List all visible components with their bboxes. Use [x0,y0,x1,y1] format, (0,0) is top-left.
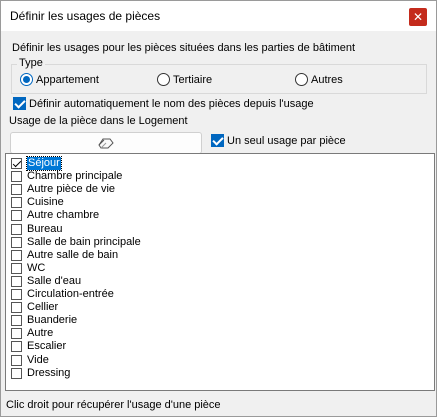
list-item-label: Escalier [27,340,67,353]
list-item-checkbox[interactable] [11,223,22,235]
list-item-checkbox[interactable] [11,289,22,300]
list-item[interactable]: Autre [11,327,53,340]
eraser-icon [98,138,114,149]
radio-tertiaire[interactable]: Tertiaire [157,73,212,86]
window-title: Définir les usages de pièces [10,9,161,23]
list-item[interactable]: Autre salle de bain [11,249,118,262]
single-usage-label: Un seul usage par pièce [227,134,346,147]
list-item[interactable]: Escalier [11,340,66,353]
radio-tertiaire-indicator[interactable] [157,73,170,86]
list-item-checkbox[interactable] [11,171,22,183]
list-item-label: Autre salle de bain [27,248,119,261]
list-item-checkbox[interactable] [11,341,22,353]
radio-autres[interactable]: Autres [295,73,343,86]
list-item-label: Dressing [27,366,71,379]
list-item[interactable]: WC [11,262,45,275]
status-text: Clic droit pour récupérer l'usage d'une … [6,399,221,411]
close-button[interactable]: ✕ [409,8,427,26]
list-item[interactable]: Autre pièce de vie [11,183,115,196]
auto-name-checkbox[interactable]: Définir automatiquement le nom des pièce… [13,97,314,110]
list-item-checkbox[interactable] [11,367,22,379]
single-usage-checkbox[interactable]: Un seul usage par pièce [211,134,346,147]
list-item-label: Bureau [27,222,63,235]
list-item-label: Vide [27,353,49,366]
usage-section-label: Usage de la pièce dans le Logement [9,115,188,127]
list-item-label: Séjour [26,156,62,171]
list-item[interactable]: Circulation-entrée [11,288,114,301]
list-item-checkbox[interactable] [11,197,22,209]
intro-text: Définir les usages pour les pièces situé… [12,42,356,54]
list-item-label: Salle d'eau [27,274,82,287]
list-item-checkbox[interactable] [11,354,22,366]
list-item[interactable]: Bureau [11,223,62,236]
type-group-legend: Type [17,57,45,69]
usage-listbox[interactable]: Séjour Chambre principale Autre pièce de v… [5,153,435,391]
list-item[interactable]: Séjour [11,156,62,171]
list-item[interactable]: Vide [11,354,49,367]
list-item-checkbox[interactable] [11,302,22,314]
list-item[interactable]: Dressing [11,367,70,380]
single-usage-checkbox-box[interactable] [211,134,224,147]
list-item[interactable]: Cuisine [11,196,64,209]
list-item-label: Circulation-entrée [27,288,114,300]
list-item-checkbox[interactable] [11,210,22,222]
auto-name-checkbox-box[interactable] [13,97,26,110]
radio-tertiaire-label: Tertiaire [173,73,213,86]
list-item[interactable]: Salle d'eau [11,275,81,288]
list-item-label: Cuisine [27,196,64,209]
eraser-button[interactable] [10,132,202,154]
list-item-checkbox[interactable] [11,262,22,274]
list-item-label: Salle de bain principale [27,235,141,248]
radio-autres-indicator[interactable] [295,73,308,86]
list-item-label: Cellier [27,301,59,314]
list-item-label: Autre chambre [27,209,100,222]
list-item-checkbox[interactable] [11,315,22,327]
list-item-checkbox[interactable] [11,184,22,196]
radio-appartement-label: Appartement [36,73,99,86]
list-item[interactable]: Buanderie [11,314,77,327]
list-item-checkbox[interactable] [11,275,22,287]
auto-name-label: Définir automatiquement le nom des pièce… [29,97,314,110]
list-item-label: WC [27,261,46,274]
radio-appartement[interactable]: Appartement [20,73,99,86]
list-item-label: Autre pièce de vie [27,183,116,196]
list-item-label: Autre [27,327,54,340]
list-item-checkbox[interactable] [11,249,22,261]
list-item[interactable]: Autre chambre [11,209,99,222]
list-item[interactable]: Chambre principale [11,170,122,183]
list-item[interactable]: Cellier [11,301,58,314]
list-item[interactable]: Salle de bain principale [11,236,141,249]
radio-autres-label: Autres [311,73,343,86]
list-item-checkbox[interactable] [11,236,22,248]
list-item-label: Buanderie [27,314,78,327]
dialog-window: Définir les usages de pièces ✕ Définir l… [0,0,437,417]
title-bar: Définir les usages de pièces ✕ [1,1,436,31]
list-item-checkbox[interactable] [11,328,22,340]
radio-appartement-indicator[interactable] [20,73,33,86]
list-item-checkbox[interactable] [11,158,22,169]
list-item-label: Chambre principale [27,170,123,183]
